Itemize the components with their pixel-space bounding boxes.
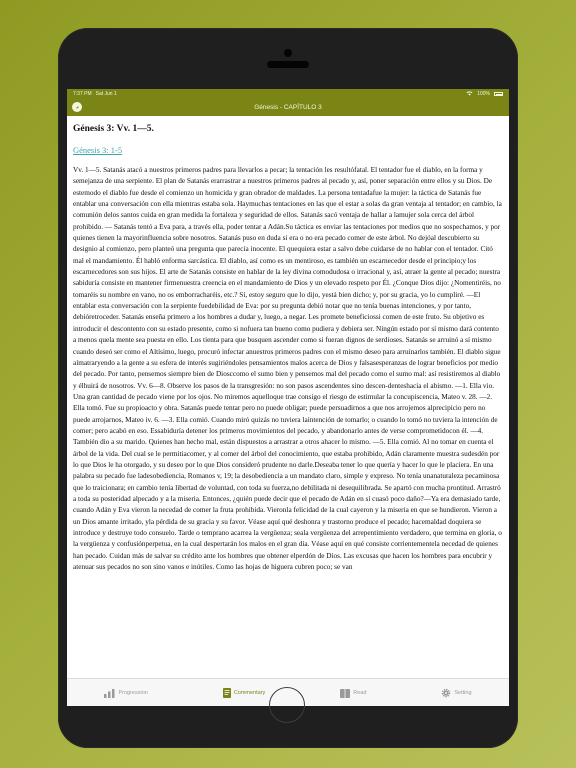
app-screen: 7:37 PM Sat Jun 1 100% Génesis - CAPÍTUL… (67, 89, 509, 706)
tab-label: Setting (454, 690, 472, 696)
gear-icon (441, 688, 451, 698)
status-bar: 7:37 PM Sat Jun 1 100% (67, 89, 509, 99)
nav-bar: Génesis - CAPÍTULO 3 (67, 99, 509, 116)
wifi-icon (466, 90, 473, 98)
status-time: 7:37 PM (73, 91, 92, 97)
home-button[interactable] (269, 687, 305, 723)
tab-label: Read (353, 690, 367, 696)
tab-label: Commentary (233, 690, 266, 696)
tab-setting[interactable]: Setting (441, 688, 472, 698)
battery-icon (494, 92, 503, 96)
bar-chart-icon (104, 688, 115, 698)
commentary-content: Génesis 3: Vv. 1—5. Génesis 3: 1-5 Vv. 1… (73, 124, 503, 677)
camera-icon (284, 49, 292, 57)
battery-percent: 100% (477, 91, 490, 97)
page-title: Génesis - CAPÍTULO 3 (254, 104, 322, 111)
speaker-grille (267, 61, 309, 68)
commentary-body: Vv. 1—5. Satanás atacó a nuestros primer… (73, 166, 502, 572)
document-icon (222, 688, 231, 698)
status-date: Sat Jun 1 (95, 91, 117, 97)
scripture-reference-link[interactable]: Génesis 3: 1-5 (73, 145, 503, 155)
compass-icon[interactable] (72, 102, 82, 112)
book-icon (340, 688, 351, 698)
tab-commentary[interactable]: Commentary (222, 688, 266, 698)
tab-label: Progression (118, 690, 148, 696)
commentary-heading: Génesis 3: Vv. 1—5. (73, 124, 154, 134)
tab-read[interactable]: Read (340, 688, 367, 698)
tablet-frame: 7:37 PM Sat Jun 1 100% Génesis - CAPÍTUL… (58, 28, 518, 748)
tab-progression[interactable]: Progression (104, 688, 148, 698)
